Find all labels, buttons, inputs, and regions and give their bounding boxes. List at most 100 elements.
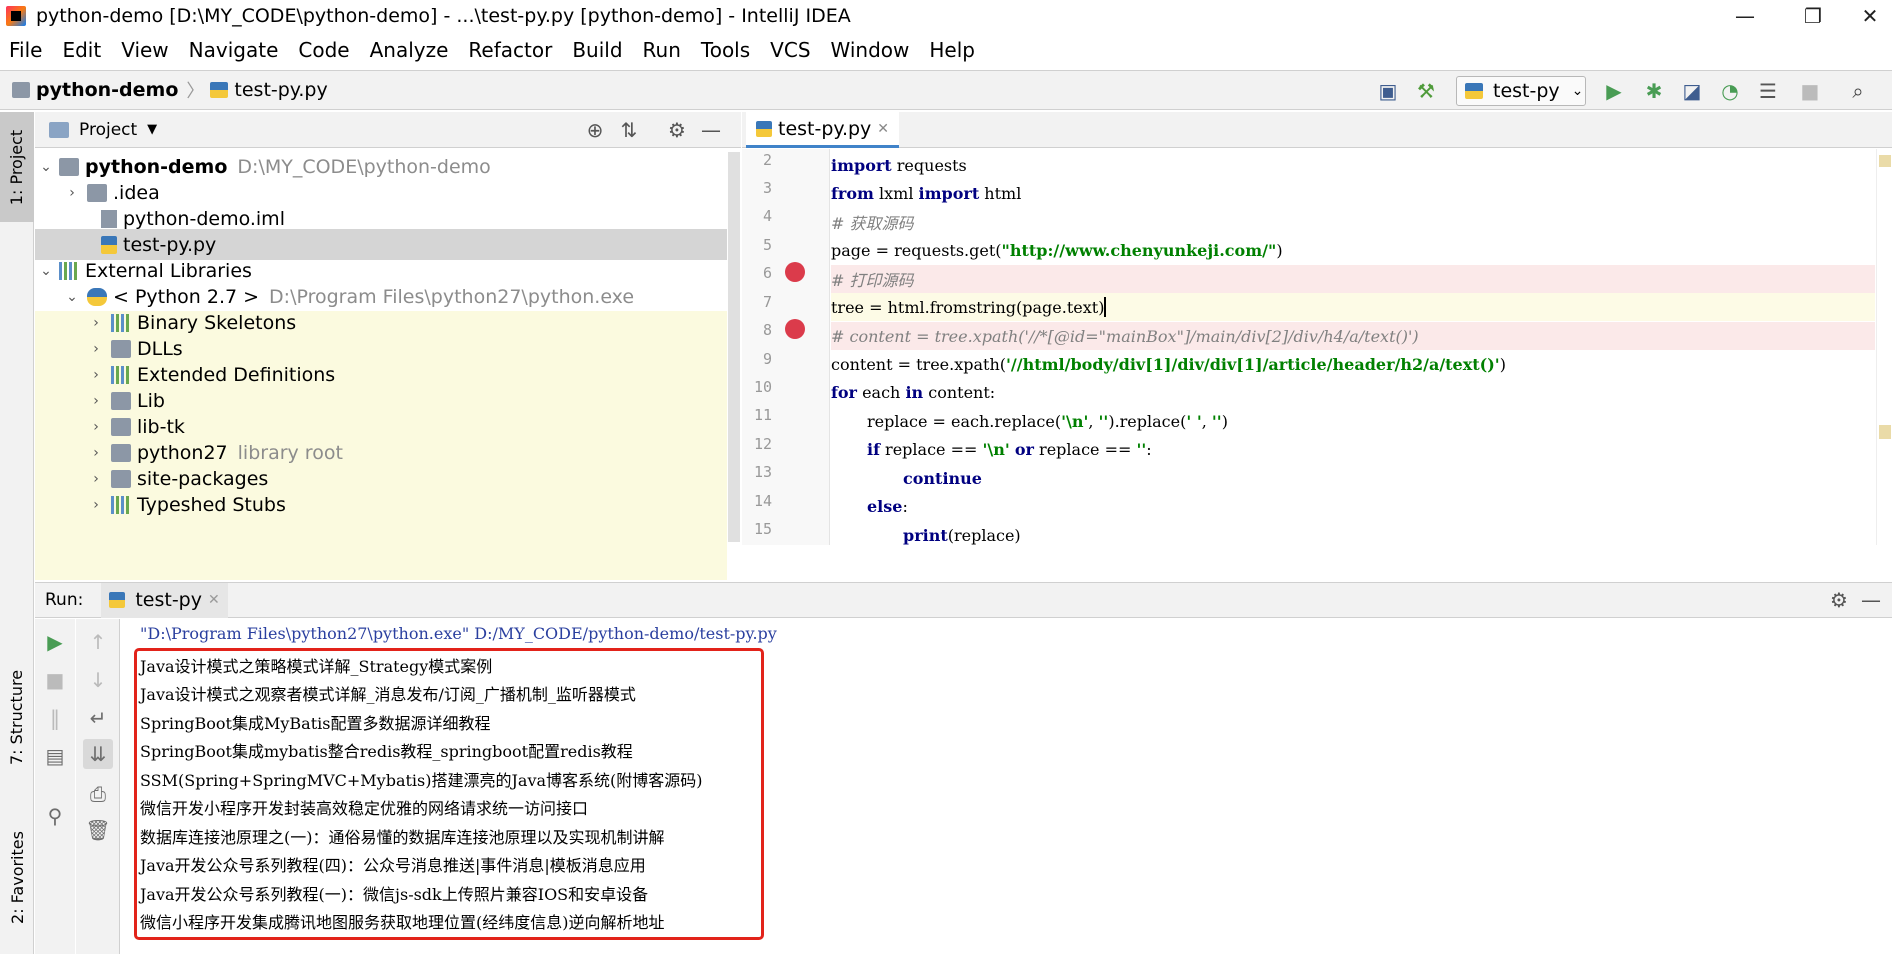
stop-icon[interactable]: ■ <box>1796 77 1824 105</box>
warning-marker-icon[interactable] <box>1879 425 1891 439</box>
tab-test-py[interactable]: test-py.py ✕ <box>746 112 900 148</box>
menu-code[interactable]: Code <box>288 38 359 62</box>
code-text: replace == <box>879 439 983 459</box>
coverage-icon[interactable]: ◪ <box>1678 77 1706 105</box>
hide-panel-icon[interactable]: — <box>1857 586 1885 614</box>
arrow-down-icon[interactable]: ↓ <box>83 665 113 695</box>
menu-window[interactable]: Window <box>821 38 920 62</box>
library-icon <box>111 365 131 384</box>
folder-icon <box>111 417 131 436</box>
breadcrumb-file[interactable]: test-py.py <box>210 79 328 101</box>
folder-icon <box>111 391 131 410</box>
debug-bug-icon[interactable]: ✱ <box>1640 77 1668 105</box>
build-hammer-icon[interactable]: ⚒ <box>1412 77 1440 105</box>
hide-panel-icon[interactable]: — <box>697 116 725 144</box>
layout-icon[interactable]: ▤ <box>40 741 70 771</box>
menu-analyze[interactable]: Analyze <box>360 38 459 62</box>
minimize-button[interactable]: — <box>1716 0 1774 32</box>
tab-favorites[interactable]: 2: Favorites <box>0 812 34 942</box>
tree-item-path: D:\MY_CODE\python-demo <box>237 155 491 178</box>
code-keyword: continue <box>903 468 982 488</box>
run-config-select[interactable]: test-py ⌄ <box>1456 76 1586 106</box>
breakpoint-icon[interactable] <box>785 319 805 339</box>
tree-item-label: Lib <box>137 389 165 412</box>
tab-project[interactable]: 1: Project <box>0 112 34 222</box>
inspection-status-icon[interactable] <box>1879 155 1891 167</box>
folder-icon <box>111 339 131 358</box>
pause-icon[interactable]: ‖ <box>40 703 70 733</box>
restore-button[interactable]: ❐ <box>1784 0 1842 32</box>
trash-icon[interactable]: 🗑 <box>83 815 113 845</box>
close-window-button[interactable]: ✕ <box>1848 0 1892 32</box>
close-icon[interactable]: ✕ <box>877 121 889 137</box>
code-string: '//html/body/div[1]/div/div[1]/article/h… <box>1006 354 1500 374</box>
tab-structure[interactable]: 7: Structure <box>0 652 34 782</box>
tree-item-label: site-packages <box>137 467 269 490</box>
chevron-down-icon: ⌄ <box>66 288 78 305</box>
project-tree: ⌄ python-demo D:\MY_CODE\python-demo › .… <box>35 149 741 580</box>
tree-item-label: python27 <box>137 441 228 464</box>
terminal-icon[interactable]: ▣ <box>1374 77 1402 105</box>
line-number: 4 <box>762 207 772 225</box>
code-string: '' <box>1211 411 1222 431</box>
tree-item-typeshed-stubs[interactable]: › Typeshed Stubs <box>35 489 727 520</box>
breadcrumb-project[interactable]: python-demo <box>12 79 178 101</box>
stop-icon[interactable]: ■ <box>40 665 70 695</box>
collapse-all-icon[interactable]: ⇅ <box>615 116 643 144</box>
locate-target-icon[interactable]: ⊕ <box>581 116 609 144</box>
left-tool-stripe: 1: Project 7: Structure 2: Favorites <box>0 112 34 954</box>
python-file-icon <box>756 120 772 137</box>
tab-favorites-label: 2: Favorites <box>7 830 27 924</box>
soft-wrap-icon[interactable]: ↵ <box>83 703 113 733</box>
code-line-8: # content = tree.xpath('//*[@id="mainBox… <box>831 322 1875 351</box>
line-number: 10 <box>753 378 772 396</box>
breakpoint-icon[interactable] <box>785 262 805 282</box>
editor-tab-label: test-py.py <box>778 117 872 140</box>
close-icon[interactable]: ✕ <box>208 592 220 608</box>
code-line-3: from lxml import html <box>831 179 1875 207</box>
menu-bar: File Edit View Navigate Code Analyze Ref… <box>0 34 1892 66</box>
project-tree-scrollbar[interactable] <box>728 152 740 542</box>
code-comment: # 获取源码 <box>831 214 914 234</box>
menu-view[interactable]: View <box>111 38 178 62</box>
menu-build[interactable]: Build <box>562 38 632 62</box>
menu-tools[interactable]: Tools <box>691 38 760 62</box>
gear-icon[interactable]: ⚙ <box>663 116 691 144</box>
code-keyword: import <box>831 155 892 175</box>
menu-vcs[interactable]: VCS <box>760 38 820 62</box>
chevron-right-icon: › <box>93 340 99 357</box>
code-text: tree = html.fromstring(page.text) <box>831 297 1105 317</box>
tree-item-label: test-py.py <box>123 233 217 256</box>
editor-tab-bar: test-py.py ✕ <box>742 112 1892 148</box>
run-tab-test-py[interactable]: test-py ✕ <box>101 582 228 618</box>
pin-icon[interactable]: ⚲ <box>40 801 70 831</box>
concurrency-icon[interactable]: ☰ <box>1754 77 1782 105</box>
code-line-2: import requests <box>831 151 1875 179</box>
code-text: each <box>856 382 906 402</box>
code-text: : <box>902 496 908 516</box>
menu-file[interactable]: File <box>0 38 52 62</box>
code-comment: # content = tree.xpath('//*[@id="mainBox… <box>831 326 1419 346</box>
rerun-icon[interactable]: ▶ <box>40 627 70 657</box>
print-icon[interactable]: ⎙ <box>83 779 113 809</box>
run-icon[interactable]: ▶ <box>1600 77 1628 105</box>
menu-run[interactable]: Run <box>633 38 691 62</box>
tree-item-note: library root <box>237 441 343 464</box>
scroll-to-end-icon[interactable]: ⇊ <box>83 739 113 769</box>
menu-help[interactable]: Help <box>919 38 985 62</box>
line-number: 6 <box>762 264 772 282</box>
code-keyword: import <box>918 183 980 203</box>
search-icon[interactable]: ⌕ <box>1844 77 1872 105</box>
menu-refactor[interactable]: Refactor <box>458 38 562 62</box>
menu-edit[interactable]: Edit <box>52 38 111 62</box>
gear-icon[interactable]: ⚙ <box>1825 586 1853 614</box>
project-panel-title[interactable]: Project <box>79 120 137 140</box>
code-editor[interactable]: import requests from lxml import html # … <box>831 149 1875 545</box>
editor-scrollbar[interactable] <box>1876 149 1892 545</box>
arrow-up-icon[interactable]: ↑ <box>83 627 113 657</box>
profile-icon[interactable]: ◔ <box>1716 77 1744 105</box>
menu-navigate[interactable]: Navigate <box>179 38 289 62</box>
chevron-down-icon[interactable]: ▼ <box>147 122 157 137</box>
tree-item-label: lib-tk <box>137 415 185 438</box>
chevron-right-icon: › <box>93 444 99 461</box>
